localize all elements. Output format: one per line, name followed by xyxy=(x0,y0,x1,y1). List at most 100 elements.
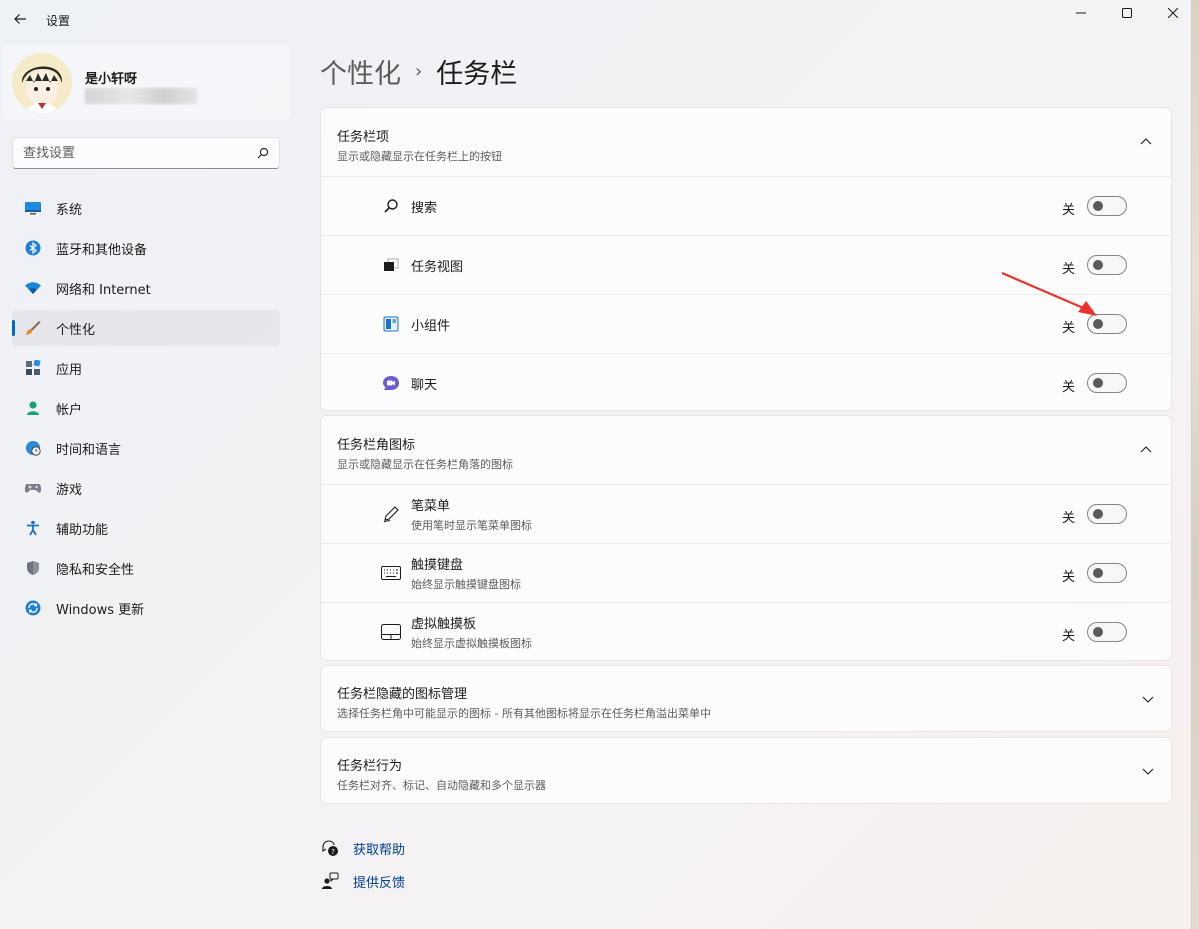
sidebar-item-label: 帐户 xyxy=(56,402,83,418)
help-chat-icon: ? xyxy=(320,838,340,858)
overflow-icons-header[interactable]: 任务栏隐藏的图标管理 选择任务栏角中可能显示的图标 - 所有其他图标将显示在任务… xyxy=(321,666,1171,731)
monitor-icon xyxy=(24,199,42,217)
chat-icon xyxy=(381,373,401,393)
sidebar-item-label: 辅助功能 xyxy=(56,522,109,538)
setting-row-widgets: 小组件 关 xyxy=(321,294,1171,353)
sidebar-item-label: Windows 更新 xyxy=(56,602,145,618)
sidebar-item-system[interactable]: 系统 xyxy=(12,190,280,226)
setting-row-task-view: 任务视图 关 xyxy=(321,235,1171,294)
sidebar-item-label: 蓝牙和其他设备 xyxy=(56,242,148,258)
toggle-knob xyxy=(1093,627,1103,637)
toggle-knob xyxy=(1093,509,1103,519)
row-label: 触摸键盘 xyxy=(411,558,464,573)
svg-text:?: ? xyxy=(331,848,335,856)
card-subtitle: 显示或隐藏显示在任务栏上的按钮 xyxy=(337,150,502,163)
taskbar-items-card: 任务栏项 显示或隐藏显示在任务栏上的按钮 搜索 关 任务视图 关 小组件 关 聊… xyxy=(320,107,1172,411)
row-label: 虚拟触摸板 xyxy=(411,617,477,632)
avatar xyxy=(12,53,72,113)
card-title: 任务栏项 xyxy=(337,130,390,145)
toggle-knob xyxy=(1093,201,1103,211)
sidebar-item-gaming[interactable]: 游戏 xyxy=(12,470,280,506)
card-subtitle: 任务栏对齐、标记、自动隐藏和多个显示器 xyxy=(337,779,546,792)
row-description: 使用笔时显示笔菜单图标 xyxy=(411,519,532,532)
toggle-state-label: 关 xyxy=(1061,203,1075,218)
chevron-up-icon[interactable] xyxy=(1139,442,1153,456)
update-icon xyxy=(24,599,42,617)
sidebar-item-accounts[interactable]: 帐户 xyxy=(12,390,280,426)
setting-row-virtual-touchpad: 虚拟触摸板 始终显示虚拟触摸板图标 关 xyxy=(321,602,1171,660)
virtual-touchpad-toggle[interactable] xyxy=(1087,622,1127,642)
setting-row-touch-keyboard: 触摸键盘 始终显示触摸键盘图标 关 xyxy=(321,543,1171,602)
help-links: ? 获取帮助 提供反馈 xyxy=(320,838,405,904)
toggle-knob xyxy=(1093,568,1103,578)
maximize-icon xyxy=(1122,8,1132,18)
profile-card[interactable]: 是小轩呀 xyxy=(3,45,291,120)
sidebar-item-windows-update[interactable]: Windows 更新 xyxy=(12,590,280,626)
card-title: 任务栏隐藏的图标管理 xyxy=(337,687,468,702)
row-label: 聊天 xyxy=(411,377,438,393)
setting-row-search: 搜索 关 xyxy=(321,176,1171,235)
card-subtitle: 显示或隐藏显示在任务栏角落的图标 xyxy=(337,458,513,471)
setting-row-pen-menu: 笔菜单 使用笔时显示笔菜单图标 关 xyxy=(321,484,1171,543)
task-view-toggle[interactable] xyxy=(1087,255,1127,275)
page-title: 任务栏 xyxy=(436,59,518,90)
breadcrumb-parent-link[interactable]: 个性化 xyxy=(320,52,401,91)
row-label: 任务视图 xyxy=(411,259,464,275)
sidebar-item-accessibility[interactable]: 辅助功能 xyxy=(12,510,280,546)
chevron-down-icon[interactable] xyxy=(1141,765,1155,779)
pen-icon xyxy=(381,504,401,524)
sidebar-item-network[interactable]: 网络和 Internet xyxy=(12,270,280,306)
sidebar-item-privacy[interactable]: 隐私和安全性 xyxy=(12,550,280,586)
row-label: 小组件 xyxy=(411,318,451,334)
overflow-icons-card[interactable]: 任务栏隐藏的图标管理 选择任务栏角中可能显示的图标 - 所有其他图标将显示在任务… xyxy=(320,665,1172,732)
minimize-icon xyxy=(1076,12,1086,14)
sidebar-item-label: 系统 xyxy=(56,202,83,218)
apps-icon xyxy=(24,359,42,377)
search-icon xyxy=(381,196,401,216)
taskbar-behaviors-card[interactable]: 任务栏行为 任务栏对齐、标记、自动隐藏和多个显示器 xyxy=(320,737,1172,804)
widgets-toggle[interactable] xyxy=(1087,314,1127,334)
search-box[interactable] xyxy=(12,137,280,169)
search-input[interactable] xyxy=(23,145,257,161)
touch-keyboard-toggle[interactable] xyxy=(1087,563,1127,583)
chevron-down-icon[interactable] xyxy=(1141,693,1155,707)
sidebar-item-personalization[interactable]: 个性化 xyxy=(12,310,280,346)
close-icon xyxy=(1168,8,1178,18)
setting-row-chat: 聊天 关 xyxy=(321,353,1171,410)
pen-menu-toggle[interactable] xyxy=(1087,504,1127,524)
get-help-link[interactable]: ? 获取帮助 xyxy=(320,838,405,858)
sidebar-item-label: 网络和 Internet xyxy=(56,282,151,298)
chevron-up-icon[interactable] xyxy=(1139,134,1153,148)
give-feedback-link[interactable]: 提供反馈 xyxy=(320,871,405,891)
back-button[interactable] xyxy=(8,6,32,32)
sidebar-item-label: 应用 xyxy=(56,362,83,378)
app-title: 设置 xyxy=(46,14,71,28)
toggle-state-label: 关 xyxy=(1061,629,1075,644)
toggle-knob xyxy=(1093,260,1103,270)
sidebar-item-label: 个性化 xyxy=(56,322,96,338)
clock-globe-icon xyxy=(24,439,42,457)
user-name: 是小轩呀 xyxy=(85,72,138,87)
card-title: 任务栏角图标 xyxy=(337,438,416,453)
maximize-button[interactable] xyxy=(1104,0,1150,26)
close-button[interactable] xyxy=(1150,0,1196,26)
search-toggle[interactable] xyxy=(1087,196,1127,216)
task-view-icon xyxy=(381,255,401,275)
breadcrumb-separator: › xyxy=(415,61,423,82)
sidebar-item-label: 时间和语言 xyxy=(56,442,122,458)
minimize-button[interactable] xyxy=(1058,0,1104,26)
sidebar-item-time-language[interactable]: 时间和语言 xyxy=(12,430,280,466)
taskbar-items-header[interactable]: 任务栏项 显示或隐藏显示在任务栏上的按钮 xyxy=(321,108,1171,176)
sidebar-item-apps[interactable]: 应用 xyxy=(12,350,280,386)
brush-icon xyxy=(24,319,42,337)
person-icon xyxy=(24,399,42,417)
bluetooth-icon xyxy=(24,239,42,257)
chat-toggle[interactable] xyxy=(1087,373,1127,393)
toggle-state-label: 关 xyxy=(1061,511,1075,526)
corner-icons-header[interactable]: 任务栏角图标 显示或隐藏显示在任务栏角落的图标 xyxy=(321,416,1171,484)
toggle-state-label: 关 xyxy=(1061,570,1075,585)
toggle-knob xyxy=(1093,319,1103,329)
sidebar-item-bluetooth[interactable]: 蓝牙和其他设备 xyxy=(12,230,280,266)
taskbar-behaviors-header[interactable]: 任务栏行为 任务栏对齐、标记、自动隐藏和多个显示器 xyxy=(321,738,1171,803)
accessibility-icon xyxy=(24,519,42,537)
